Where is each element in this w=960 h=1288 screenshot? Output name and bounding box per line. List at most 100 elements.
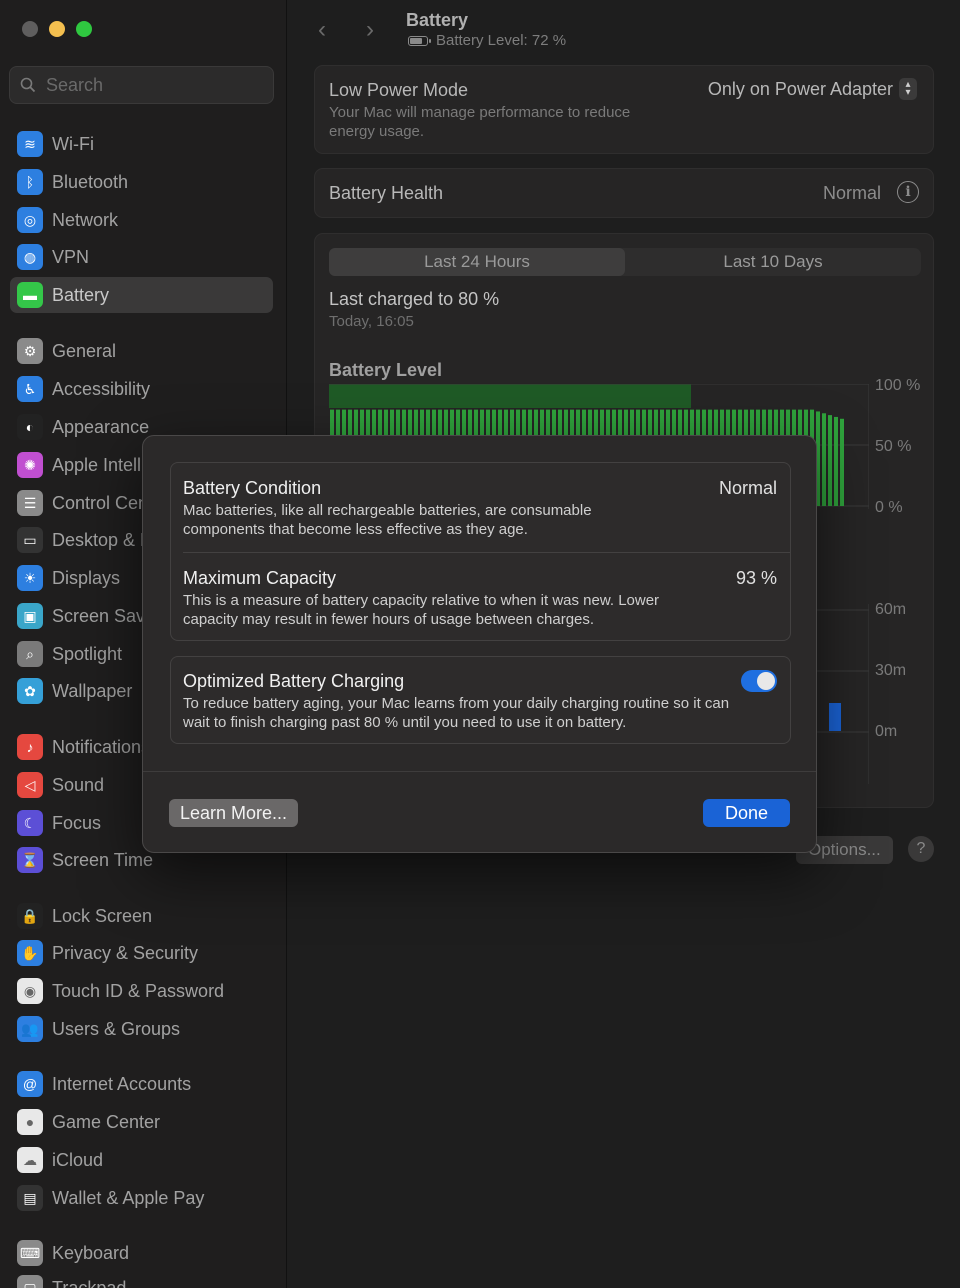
sidebar-item-label: Wallet & Apple Pay (52, 1187, 205, 1208)
sidebar-item-wallet-apple-pay[interactable]: ▤ Wallet & Apple Pay (10, 1180, 273, 1216)
help-button[interactable]: ? (908, 836, 934, 862)
sidebar-item-trackpad[interactable]: ▢ Trackpad (10, 1270, 273, 1288)
battery-condition-value: Normal (718, 478, 777, 498)
lock-icon: 🔒 (17, 903, 43, 929)
spotlight-icon: ⌕ (17, 641, 43, 667)
battery-health-title: Battery Health (329, 183, 444, 203)
sidebar-item-vpn[interactable]: ◍ VPN (10, 239, 273, 275)
globe-icon: ◎ (17, 207, 43, 233)
sidebar-item-label: Trackpad (52, 1277, 127, 1288)
minimize-window-button[interactable] (49, 21, 65, 37)
last-charged-time: Today, 16:05 (329, 313, 414, 330)
battery-health-card: Battery Health Normal i (314, 168, 934, 218)
hourglass-icon: ⌛ (17, 847, 43, 873)
low-power-desc: Your Mac will manage performance to redu… (329, 104, 631, 140)
window-controls (22, 21, 92, 37)
sidebar-item-label: Wi-Fi (52, 133, 94, 154)
sidebar-item-accessibility[interactable]: ♿ Accessibility (10, 371, 273, 407)
control-centre-icon: ☰ (17, 490, 43, 516)
sidebar-item-lock-screen[interactable]: 🔒 Lock Screen (10, 898, 273, 934)
usage-bar (829, 703, 841, 731)
sidebar-item-privacy-security[interactable]: ✋ Privacy & Security (10, 935, 273, 971)
sidebar-item-label: Network (52, 209, 119, 230)
sidebar-item-label: Touch ID & Password (52, 980, 225, 1001)
info-icon[interactable]: i (897, 181, 919, 203)
sidebar-item-touch-id-password[interactable]: ◉ Touch ID & Password (10, 973, 273, 1009)
appearance-icon: ◐ (17, 414, 43, 440)
at-icon: @ (17, 1071, 43, 1097)
modal-divider (143, 771, 816, 772)
gear-icon: ⚙ (17, 338, 43, 364)
users-icon: 👥 (17, 1016, 43, 1042)
usage-tick-60m: 60m (875, 601, 907, 618)
battery-icon (408, 35, 431, 46)
sidebar-item-users-groups[interactable]: 👥 Users & Groups (10, 1011, 273, 1047)
tab-last-24-hours[interactable]: Last 24 Hours (329, 248, 625, 276)
toggle-knob (757, 672, 775, 690)
search-icon (20, 77, 36, 93)
done-button[interactable]: Done (703, 799, 790, 827)
sidebar-item-icloud[interactable]: ☁ iCloud (10, 1142, 273, 1178)
displays-icon: ☀ (17, 565, 43, 591)
sidebar-item-game-center[interactable]: ● Game Center (10, 1104, 273, 1140)
last-charged-label: Last charged to 80 % (329, 289, 500, 309)
close-window-button[interactable] (22, 21, 38, 37)
battery-level-bar (828, 415, 832, 506)
low-power-title: Low Power Mode (329, 80, 469, 100)
usage-tick-30m: 30m (875, 662, 907, 679)
sidebar-item-label: Accessibility (52, 378, 151, 399)
sidebar-item-label: Privacy & Security (52, 942, 199, 963)
game-center-icon: ● (17, 1109, 43, 1135)
dock-icon: ▭ (17, 527, 43, 553)
forward-button[interactable]: › (366, 16, 374, 44)
sidebar-item-label: iCloud (52, 1149, 104, 1170)
sidebar-item-label: Wallpaper (52, 680, 133, 701)
search-field[interactable] (9, 66, 274, 104)
wifi-icon: ≋ (17, 131, 43, 157)
maximum-capacity-title: Maximum Capacity (183, 568, 337, 588)
page-title: Battery (406, 10, 469, 30)
sidebar-item-battery[interactable]: ▬ Battery (10, 277, 273, 313)
wallpaper-icon: ✿ (17, 678, 43, 704)
wallet-icon: ▤ (17, 1185, 43, 1211)
time-range-segmented-control: Last 24 Hours Last 10 Days (329, 248, 921, 276)
sidebar-item-label: Appearance (52, 416, 150, 437)
maximum-capacity-value: 93 % (735, 568, 777, 588)
usage-tick-0m: 0m (875, 723, 898, 740)
battery-level-chart-title: Battery Level (329, 360, 443, 380)
optimized-charging-group: Optimized Battery Charging To reduce bat… (170, 656, 791, 744)
sidebar-item-label: Screen Time (52, 849, 154, 870)
sidebar-item-label: Users & Groups (52, 1018, 181, 1039)
back-button[interactable]: ‹ (318, 16, 326, 44)
optimized-charging-desc: To reduce battery aging, your Mac learns… (183, 695, 730, 731)
search-input[interactable] (46, 74, 246, 96)
sidebar-item-wi-fi[interactable]: ≋ Wi-Fi (10, 126, 273, 162)
fingerprint-icon: ◉ (17, 978, 43, 1004)
cloud-icon: ☁ (17, 1147, 43, 1173)
battery-level-bar (834, 416, 838, 506)
sidebar-item-label: Keyboard (52, 1242, 130, 1263)
optimized-charging-toggle[interactable] (741, 670, 777, 692)
sidebar-item-label: Lock Screen (52, 905, 153, 926)
sidebar-item-label: Focus (52, 812, 102, 833)
sidebar-item-internet-accounts[interactable]: @ Internet Accounts (10, 1066, 273, 1102)
low-power-card: Low Power Mode Your Mac will manage perf… (314, 65, 934, 154)
low-power-select[interactable]: Only on Power Adapter ▴ ▾ (708, 78, 917, 100)
sidebar-item-network[interactable]: ◎ Network (10, 202, 273, 238)
sidebar-item-label: Internet Accounts (52, 1073, 192, 1094)
sidebar-item-label: General (52, 340, 117, 361)
tab-last-10-days[interactable]: Last 10 Days (625, 248, 921, 276)
sidebar-item-general[interactable]: ⚙ General (10, 333, 273, 369)
level-tick-0: 0 % (875, 499, 903, 516)
sidebar-item-label: Game Center (52, 1111, 161, 1132)
sidebar-item-bluetooth[interactable]: ᛒ Bluetooth (10, 164, 273, 200)
bell-icon: ♪ (17, 734, 43, 760)
sidebar-item-keyboard[interactable]: ⌨ Keyboard (10, 1235, 273, 1271)
chevron-updown-icon: ▴ ▾ (899, 78, 917, 100)
learn-more-button[interactable]: Learn More... (169, 799, 299, 827)
trackpad-icon: ▢ (17, 1275, 43, 1288)
zoom-window-button[interactable] (76, 21, 92, 37)
hand-icon: ✋ (17, 940, 43, 966)
sidebar-item-label: VPN (52, 246, 90, 267)
charging-band (329, 384, 691, 408)
